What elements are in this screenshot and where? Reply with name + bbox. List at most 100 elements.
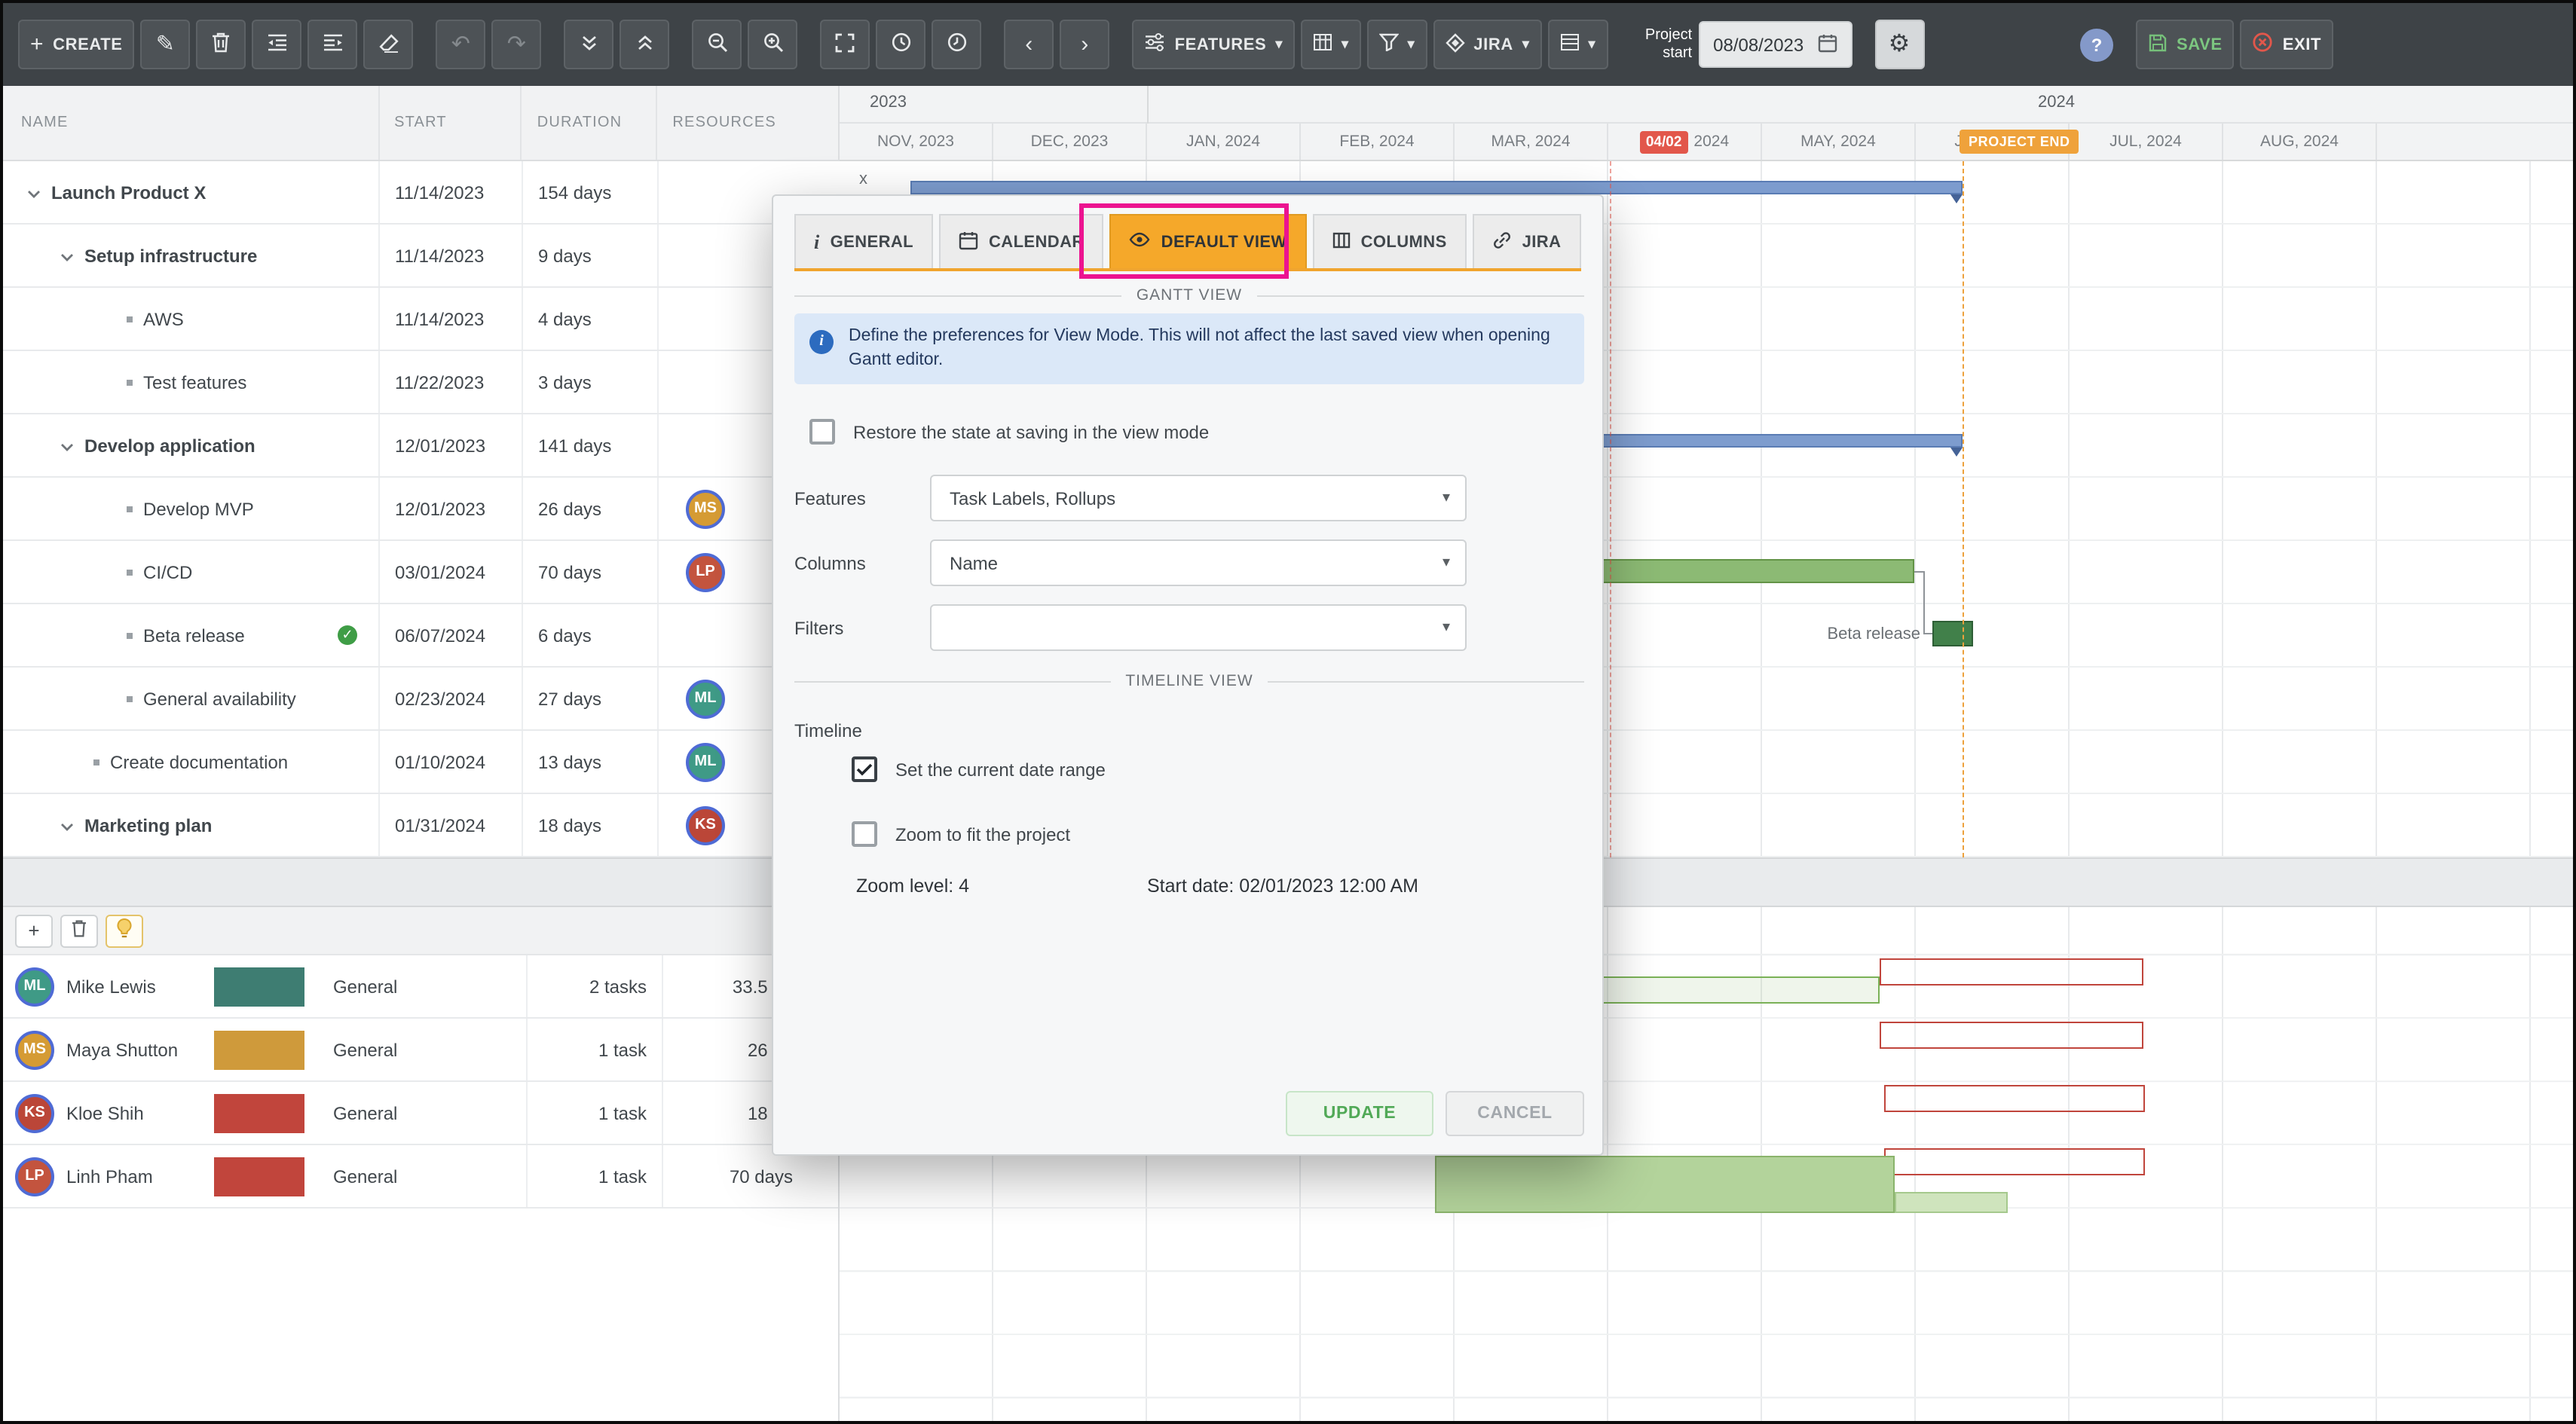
columns-dropdown[interactable]: ▾	[1300, 20, 1361, 69]
features-select[interactable]: Task Labels, Rollups ▾	[930, 475, 1467, 521]
features-field-label: Features	[794, 488, 866, 509]
avatar[interactable]: ML	[686, 679, 725, 718]
overload-bar	[1884, 1148, 2145, 1175]
save-disk-icon	[2148, 32, 2168, 57]
avatar[interactable]: KS	[686, 805, 725, 845]
avatar: KS	[15, 1093, 54, 1132]
help-button[interactable]: ?	[2080, 28, 2113, 61]
task-duration: 6 days	[523, 604, 659, 666]
task-name: AWS	[143, 308, 184, 329]
resource-row[interactable]: MS Maya Shutton General 1 task 26 da	[3, 1019, 840, 1082]
clear-button[interactable]	[363, 20, 414, 69]
add-resource-button[interactable]: +	[15, 914, 53, 947]
expand-all-button[interactable]	[620, 20, 670, 69]
create-button[interactable]: + CREATE	[18, 20, 135, 69]
timeline-month: MAY, 2024	[1762, 124, 1916, 160]
features-dropdown[interactable]: FEATURES ▾	[1132, 20, 1295, 69]
start-date-text: Start date: 02/01/2023 12:00 AM	[1147, 875, 1418, 897]
double-chevron-down-icon	[580, 34, 598, 55]
project-start-date-input[interactable]: 08/08/2023	[1698, 21, 1852, 68]
table-row[interactable]: General availability 02/23/2024 27 days …	[3, 668, 840, 731]
timeline-month: FEB, 2024	[1301, 124, 1455, 160]
tab-jira[interactable]: JIRA	[1472, 214, 1581, 268]
history-button[interactable]	[932, 20, 982, 69]
avatar[interactable]: MS	[686, 489, 725, 528]
chevron-down-icon[interactable]	[60, 814, 74, 836]
jira-dropdown[interactable]: JIRA ▾	[1433, 20, 1542, 69]
views-dropdown[interactable]: ▾	[1547, 20, 1608, 69]
columns-select[interactable]: Name ▾	[930, 539, 1467, 586]
bullet-icon	[93, 759, 99, 765]
task-bar-beta-release[interactable]	[1932, 621, 1973, 646]
calendar-icon	[1817, 32, 1837, 57]
avatar[interactable]: ML	[686, 742, 725, 781]
avatar[interactable]: LP	[686, 552, 725, 591]
save-button[interactable]: SAVE	[2136, 20, 2235, 69]
chevron-down-icon[interactable]	[60, 435, 74, 456]
column-header-name[interactable]: NAME	[3, 86, 380, 160]
filters-select[interactable]: ▾	[930, 604, 1467, 651]
resource-color-swatch[interactable]	[214, 1093, 304, 1132]
table-row[interactable]: Beta release ✓ 06/07/2024 6 days	[3, 604, 840, 668]
task-duration: 141 days	[523, 414, 659, 476]
exit-button[interactable]: EXIT	[2240, 20, 2333, 69]
resource-row[interactable]: LP Linh Pham General 1 task 70 days	[3, 1145, 840, 1209]
table-row[interactable]: CI/CD 03/01/2024 70 days LP	[3, 541, 840, 604]
delete-button[interactable]	[196, 20, 246, 69]
redo-button[interactable]: ↷	[491, 20, 542, 69]
zoom-fit-checkbox[interactable]	[852, 821, 877, 847]
cancel-button[interactable]: CANCEL	[1446, 1091, 1584, 1136]
chevron-down-icon[interactable]	[60, 245, 74, 266]
table-row[interactable]: Marketing plan 01/31/2024 18 days KS	[3, 794, 840, 857]
grid-icon	[1313, 33, 1332, 56]
outdent-button[interactable]	[252, 20, 302, 69]
column-header-duration[interactable]: DURATION	[522, 86, 658, 160]
table-row[interactable]: Develop MVP 12/01/2023 26 days MS	[3, 478, 840, 541]
avatar: MS	[15, 1030, 54, 1069]
tab-default-view[interactable]: DEFAULT VIEW	[1109, 214, 1307, 268]
collapse-all-button[interactable]	[564, 20, 614, 69]
settings-button[interactable]: ⚙	[1874, 20, 1925, 69]
table-row[interactable]: Create documentation 01/10/2024 13 days …	[3, 731, 840, 794]
resource-color-swatch[interactable]	[214, 1157, 304, 1196]
suggest-resource-button[interactable]	[106, 914, 143, 947]
zoom-in-button[interactable]	[748, 20, 798, 69]
zoom-fit-button[interactable]	[820, 20, 870, 69]
task-start: 11/14/2023	[380, 161, 523, 223]
section-header-timeline-view: TIMELINE VIEW	[794, 672, 1584, 690]
eraser-icon	[378, 32, 399, 57]
outdent-icon	[267, 33, 288, 56]
summary-bar-launch-product-x[interactable]	[910, 181, 1963, 194]
baseline-button[interactable]	[876, 20, 926, 69]
tab-columns[interactable]: COLUMNS	[1312, 214, 1467, 268]
undo-button[interactable]: ↶	[436, 20, 486, 69]
resource-color-swatch[interactable]	[214, 967, 304, 1006]
current-range-checkbox[interactable]	[852, 756, 877, 782]
table-row[interactable]: AWS 11/14/2023 4 days	[3, 288, 840, 351]
edit-button[interactable]: ✎	[140, 20, 191, 69]
table-row[interactable]: Launch Product X 11/14/2023 154 days	[3, 161, 840, 225]
task-name: General availability	[143, 688, 296, 709]
gear-icon: ⚙	[1888, 31, 1911, 57]
bullet-icon	[127, 632, 133, 638]
filter-dropdown[interactable]: ▾	[1366, 20, 1427, 69]
resource-color-swatch[interactable]	[214, 1030, 304, 1069]
resource-task-count: 1 task	[528, 1145, 663, 1207]
scroll-left-button[interactable]: ‹	[1004, 20, 1054, 69]
indent-button[interactable]	[307, 20, 358, 69]
delete-resource-button[interactable]	[60, 914, 98, 947]
resource-row[interactable]: KS Kloe Shih General 1 task 18 da	[3, 1082, 840, 1145]
tab-calendar[interactable]: CALENDAR	[939, 214, 1104, 268]
zoom-out-button[interactable]	[692, 20, 742, 69]
scroll-right-button[interactable]: ›	[1060, 20, 1110, 69]
update-button[interactable]: UPDATE	[1286, 1091, 1433, 1136]
restore-state-checkbox[interactable]	[809, 419, 835, 445]
chevron-down-icon[interactable]	[27, 182, 41, 203]
table-row[interactable]: Test features 11/22/2023 3 days	[3, 351, 840, 414]
table-row[interactable]: Develop application 12/01/2023 141 days	[3, 414, 840, 478]
column-header-resources[interactable]: RESOURCES	[657, 86, 838, 160]
resource-row[interactable]: ML Mike Lewis General 2 tasks 33.5 da	[3, 955, 840, 1019]
table-row[interactable]: Setup infrastructure 11/14/2023 9 days	[3, 225, 840, 288]
tab-general[interactable]: i GENERAL	[794, 214, 933, 268]
column-header-start[interactable]: START	[379, 86, 522, 160]
